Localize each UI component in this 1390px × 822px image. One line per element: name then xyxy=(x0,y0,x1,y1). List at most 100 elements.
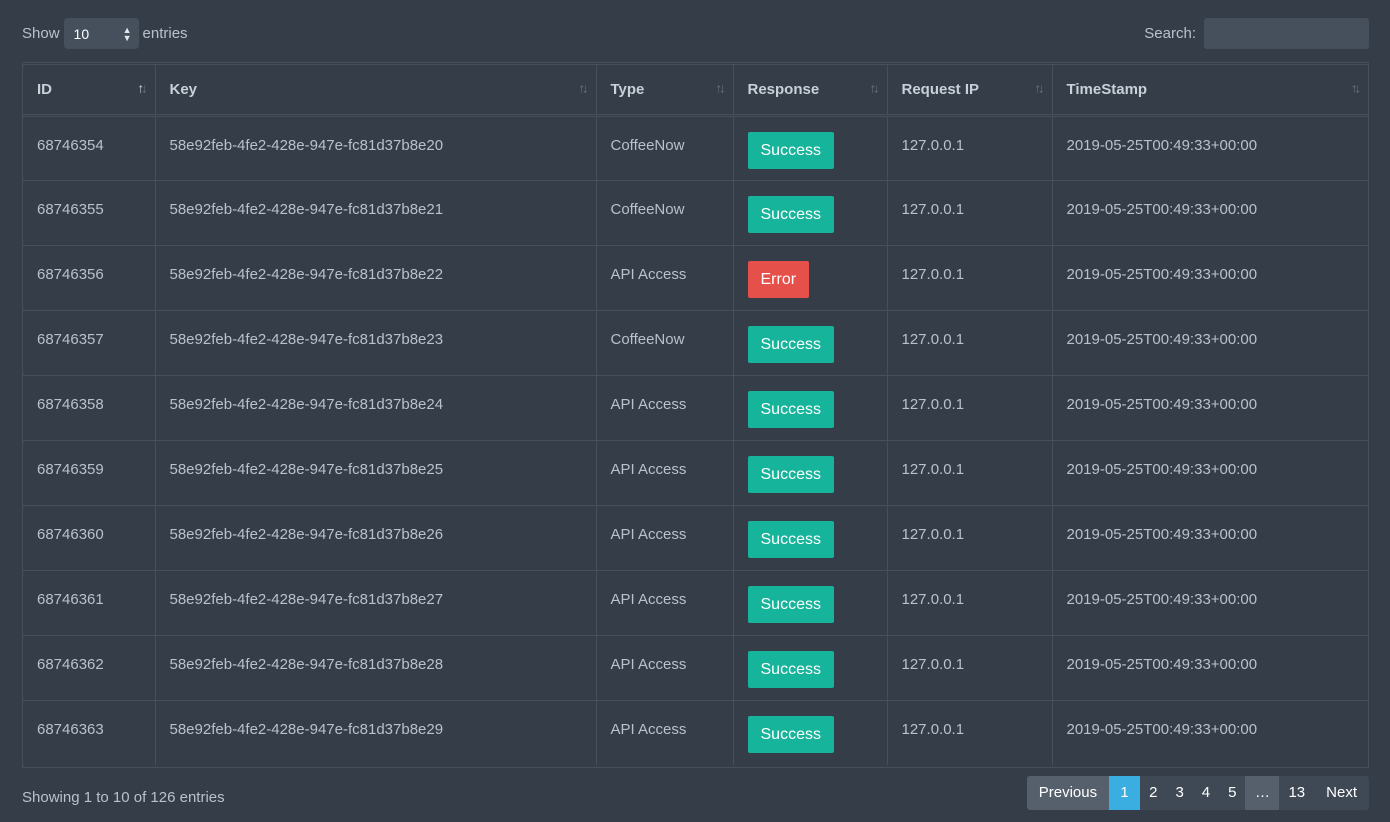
pagination: Previous 1 2 3 4 5 … 13 Next xyxy=(1026,776,1369,810)
previous-button[interactable]: Previous xyxy=(1026,776,1110,810)
cell-timestamp: 2019-05-25T00:49:33+00:00 xyxy=(1052,635,1368,701)
status-badge: Success xyxy=(747,195,834,233)
cell-request-ip: 127.0.0.1 xyxy=(887,570,1053,636)
status-badge: Success xyxy=(747,390,834,428)
cell-id: 68746359 xyxy=(23,440,156,506)
sort-icon: ↑↓ xyxy=(869,80,880,96)
table-footer: Showing 1 to 10 of 126 entries Previous … xyxy=(22,776,1369,810)
sort-asc-icon: ↑↓ xyxy=(137,80,148,96)
status-badge: Success xyxy=(747,325,834,363)
cell-response: Success xyxy=(733,375,888,441)
status-badge: Success xyxy=(747,715,834,753)
sort-icon: ↑↓ xyxy=(1351,80,1361,96)
cell-response: Success xyxy=(733,440,888,506)
cell-key: 58e92feb-4fe2-428e-947e-fc81d37b8e29 xyxy=(155,700,597,765)
cell-request-ip: 127.0.0.1 xyxy=(887,180,1053,246)
show-label: Show xyxy=(22,25,60,42)
status-badge: Success xyxy=(747,650,834,688)
entries-label: entries xyxy=(142,25,188,42)
data-table-container: ID ↑↓ Key ↑↓ Type ↑↓ Response ↑↓ Request IP ↑… xyxy=(22,62,1369,768)
cell-key: 58e92feb-4fe2-428e-947e-fc81d37b8e23 xyxy=(155,310,597,376)
table-row: 68746360 58e92feb-4fe2-428e-947e-fc81d37b… xyxy=(23,505,1368,571)
length-menu: Show 10 ▲ ▼ entries xyxy=(22,18,188,49)
table-row: 68746361 58e92feb-4fe2-428e-947e-fc81d37b… xyxy=(23,570,1368,636)
page-button-4[interactable]: 4 xyxy=(1193,776,1219,810)
header-request-ip[interactable]: Request IP ↑↓ xyxy=(887,65,1053,117)
entries-select[interactable]: 10 ▲ ▼ xyxy=(63,18,139,49)
cell-id: 68746355 xyxy=(23,180,156,246)
header-key[interactable]: Key ↑↓ xyxy=(155,65,597,117)
sort-icon: ↑↓ xyxy=(715,80,726,96)
next-button[interactable]: Next xyxy=(1314,776,1369,810)
table-row: 68746354 58e92feb-4fe2-428e-947e-fc81d37b… xyxy=(23,115,1368,181)
table-body: 68746354 58e92feb-4fe2-428e-947e-fc81d37b… xyxy=(23,115,1368,765)
page-button-2[interactable]: 2 xyxy=(1140,776,1166,810)
cell-request-ip: 127.0.0.1 xyxy=(887,700,1053,765)
cell-type: CoffeeNow xyxy=(596,180,734,246)
cell-id: 68746357 xyxy=(23,310,156,376)
search-input[interactable] xyxy=(1204,18,1369,49)
search-label: Search: xyxy=(1144,25,1196,42)
page-button-3[interactable]: 3 xyxy=(1166,776,1192,810)
pagination-ellipsis: … xyxy=(1245,776,1280,810)
cell-response: Success xyxy=(733,635,888,701)
header-response[interactable]: Response ↑↓ xyxy=(733,65,888,117)
status-badge: Success xyxy=(747,585,834,623)
cell-type: API Access xyxy=(596,635,734,701)
table-row: 68746355 58e92feb-4fe2-428e-947e-fc81d37b… xyxy=(23,180,1368,246)
status-badge: Error xyxy=(747,260,810,298)
select-arrows-icon: ▲ ▼ xyxy=(122,24,132,43)
cell-request-ip: 127.0.0.1 xyxy=(887,245,1053,311)
header-timestamp[interactable]: TimeStamp ↑↓ xyxy=(1052,65,1368,117)
cell-response: Error xyxy=(733,245,888,311)
cell-response: Success xyxy=(733,310,888,376)
cell-id: 68746358 xyxy=(23,375,156,441)
table-row: 68746359 58e92feb-4fe2-428e-947e-fc81d37b… xyxy=(23,440,1368,506)
data-table: ID ↑↓ Key ↑↓ Type ↑↓ Response ↑↓ Request IP ↑… xyxy=(23,65,1368,765)
cell-key: 58e92feb-4fe2-428e-947e-fc81d37b8e25 xyxy=(155,440,597,506)
cell-timestamp: 2019-05-25T00:49:33+00:00 xyxy=(1052,375,1368,441)
cell-response: Success xyxy=(733,570,888,636)
cell-timestamp: 2019-05-25T00:49:33+00:00 xyxy=(1052,505,1368,571)
status-badge: Success xyxy=(747,520,834,558)
cell-id: 68746362 xyxy=(23,635,156,701)
search-box: Search: xyxy=(1144,18,1369,49)
cell-key: 58e92feb-4fe2-428e-947e-fc81d37b8e27 xyxy=(155,570,597,636)
cell-key: 58e92feb-4fe2-428e-947e-fc81d37b8e21 xyxy=(155,180,597,246)
cell-timestamp: 2019-05-25T00:49:33+00:00 xyxy=(1052,245,1368,311)
cell-response: Success xyxy=(733,180,888,246)
cell-type: CoffeeNow xyxy=(596,115,734,181)
table-row: 68746362 58e92feb-4fe2-428e-947e-fc81d37b… xyxy=(23,635,1368,701)
cell-request-ip: 127.0.0.1 xyxy=(887,635,1053,701)
cell-response: Success xyxy=(733,115,888,181)
table-row: 68746363 58e92feb-4fe2-428e-947e-fc81d37b… xyxy=(23,700,1368,765)
table-row: 68746357 58e92feb-4fe2-428e-947e-fc81d37b… xyxy=(23,310,1368,376)
cell-id: 68746356 xyxy=(23,245,156,311)
cell-key: 58e92feb-4fe2-428e-947e-fc81d37b8e24 xyxy=(155,375,597,441)
cell-id: 68746363 xyxy=(23,700,156,765)
cell-type: API Access xyxy=(596,245,734,311)
page-button-5[interactable]: 5 xyxy=(1219,776,1245,810)
cell-id: 68746354 xyxy=(23,115,156,181)
table-row: 68746358 58e92feb-4fe2-428e-947e-fc81d37b… xyxy=(23,375,1368,441)
header-id[interactable]: ID ↑↓ xyxy=(23,65,156,117)
table-header-row: ID ↑↓ Key ↑↓ Type ↑↓ Response ↑↓ Request IP ↑… xyxy=(23,65,1368,117)
cell-request-ip: 127.0.0.1 xyxy=(887,375,1053,441)
entries-select-value: 10 xyxy=(73,25,90,42)
cell-request-ip: 127.0.0.1 xyxy=(887,115,1053,181)
table-row: 68746356 58e92feb-4fe2-428e-947e-fc81d37b… xyxy=(23,245,1368,311)
cell-request-ip: 127.0.0.1 xyxy=(887,310,1053,376)
cell-type: API Access xyxy=(596,440,734,506)
cell-timestamp: 2019-05-25T00:49:33+00:00 xyxy=(1052,180,1368,246)
page-button-13[interactable]: 13 xyxy=(1279,776,1314,810)
cell-timestamp: 2019-05-25T00:49:33+00:00 xyxy=(1052,310,1368,376)
header-type[interactable]: Type ↑↓ xyxy=(596,65,734,117)
cell-key: 58e92feb-4fe2-428e-947e-fc81d37b8e22 xyxy=(155,245,597,311)
cell-request-ip: 127.0.0.1 xyxy=(887,505,1053,571)
status-badge: Success xyxy=(747,131,834,169)
cell-key: 58e92feb-4fe2-428e-947e-fc81d37b8e20 xyxy=(155,115,597,181)
cell-timestamp: 2019-05-25T00:49:33+00:00 xyxy=(1052,570,1368,636)
page-button-1[interactable]: 1 xyxy=(1109,776,1141,810)
sort-icon: ↑↓ xyxy=(578,80,589,96)
cell-timestamp: 2019-05-25T00:49:33+00:00 xyxy=(1052,115,1368,181)
